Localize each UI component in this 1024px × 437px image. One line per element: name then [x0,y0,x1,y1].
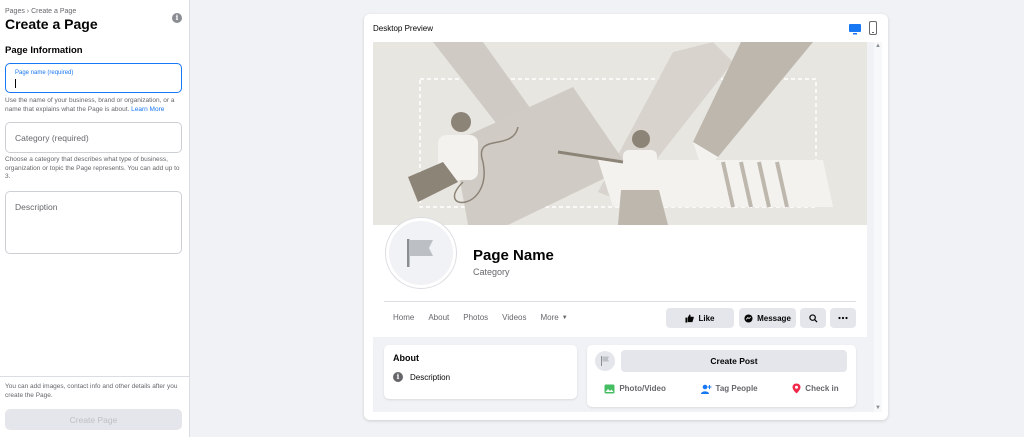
page-name: Page Name [473,247,554,264]
post-actions: Photo/Video Tag People Check in [587,383,856,394]
page-preview-frame: Page Name Category Home About Photos Vid… [373,42,882,412]
category-help: Choose a category that describes what ty… [5,156,180,180]
tab-photos[interactable]: Photos [463,313,488,322]
scroll-up-icon[interactable]: ▲ [875,43,881,49]
post-avatar [595,351,615,371]
photo-video-button[interactable]: Photo/Video [604,383,666,394]
cover-photo [373,42,867,225]
page-category: Category [473,267,510,277]
more-options-button[interactable] [830,308,856,328]
preview-scrollbar[interactable]: ▲ ▼ [874,42,882,412]
page-name-input[interactable]: Page name (required) [5,63,182,93]
search-button[interactable] [800,308,826,328]
desktop-icon[interactable] [848,22,862,36]
page-profile-header: Page Name Category Home About Photos Vid… [373,218,867,337]
cover-illustration [373,42,867,225]
create-page-button[interactable]: Create Page [5,409,182,430]
divider [384,301,856,302]
message-button[interactable]: Message [739,308,796,328]
flag-icon [407,239,433,267]
preview-label: Desktop Preview [373,24,434,33]
about-card: About i Description [384,345,577,399]
description-placeholder: Description [15,202,58,212]
category-placeholder: Category (required) [15,133,89,143]
create-post-card: Create Post Photo/Video Tag People Check… [587,345,856,407]
search-icon [808,313,818,323]
page-avatar[interactable] [386,218,456,288]
preview-card: Desktop Preview Page Name Category Home … [364,14,888,420]
divider [0,376,190,377]
mobile-icon[interactable] [868,21,878,35]
page-title: Create a Page [5,16,98,32]
text-caret [15,79,16,88]
info-icon: i [393,372,403,382]
tab-about[interactable]: About [428,313,449,322]
thumbs-up-icon [685,313,695,323]
scroll-down-icon[interactable]: ▼ [875,405,881,411]
about-title: About [393,353,419,363]
page-name-label: Page name (required) [15,70,74,76]
create-page-sidebar: Pages › Create a Page Create a Page i Pa… [0,0,190,437]
breadcrumb[interactable]: Pages › Create a Page [5,8,76,15]
tag-people-icon [700,384,712,394]
category-input[interactable]: Category (required) [5,122,182,153]
info-icon[interactable]: i [172,13,182,23]
tag-people-button[interactable]: Tag People [700,383,758,394]
flag-icon [601,356,609,366]
page-name-help: Use the name of your business, brand or … [5,97,175,113]
location-pin-icon [792,383,801,394]
section-heading: Page Information [5,45,83,56]
about-description: Description [410,373,451,382]
create-post-button[interactable]: Create Post [621,350,847,372]
tab-more[interactable]: More ▼ [540,313,567,322]
photo-icon [604,384,615,393]
description-textarea[interactable]: Description [5,191,182,254]
page-nav-tabs: Home About Photos Videos More ▼ [393,313,568,322]
learn-more-link[interactable]: Learn More [131,106,164,113]
caret-down-icon: ▼ [561,314,568,321]
tab-home[interactable]: Home [393,313,414,322]
like-button[interactable]: Like [666,308,734,328]
check-in-button[interactable]: Check in [792,383,839,394]
bottom-note: You can add images, contact info and oth… [5,383,178,399]
tab-videos[interactable]: Videos [502,313,526,322]
ellipsis-icon [838,316,848,320]
messenger-icon [744,313,753,323]
